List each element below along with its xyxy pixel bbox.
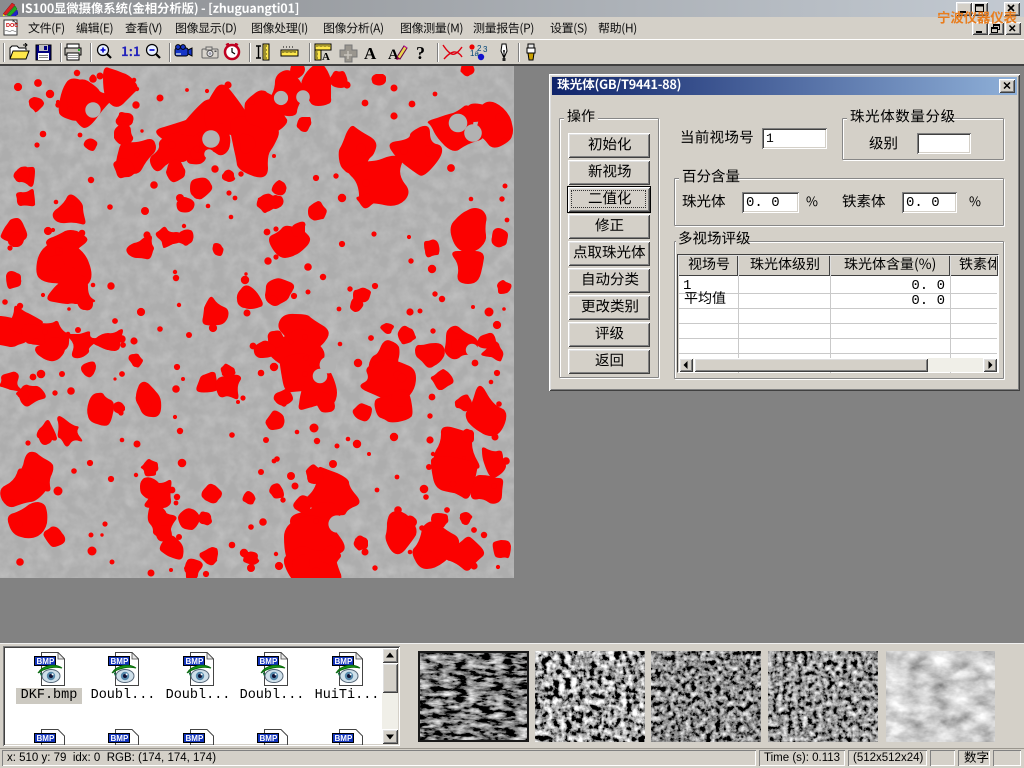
svg-text:2: 2 [477,44,482,53]
svg-text:DOC: DOC [6,23,18,29]
svg-text:BMP: BMP [186,734,204,743]
svg-text:BMP: BMP [111,657,129,666]
svg-text:A: A [388,47,399,63]
svg-text:BMP: BMP [37,734,55,743]
svg-text:A: A [322,51,330,63]
svg-text:BMP: BMP [111,734,129,743]
svg-text:?: ? [416,43,425,63]
svg-text:BMP: BMP [335,657,353,666]
svg-text:BMP: BMP [186,657,204,666]
svg-text:BMP: BMP [335,734,353,743]
svg-text:BMP: BMP [260,657,278,666]
svg-text:BMP: BMP [37,657,55,666]
svg-text:A: A [364,44,377,63]
svg-text:3: 3 [483,45,488,54]
svg-text:BMP: BMP [260,734,278,743]
